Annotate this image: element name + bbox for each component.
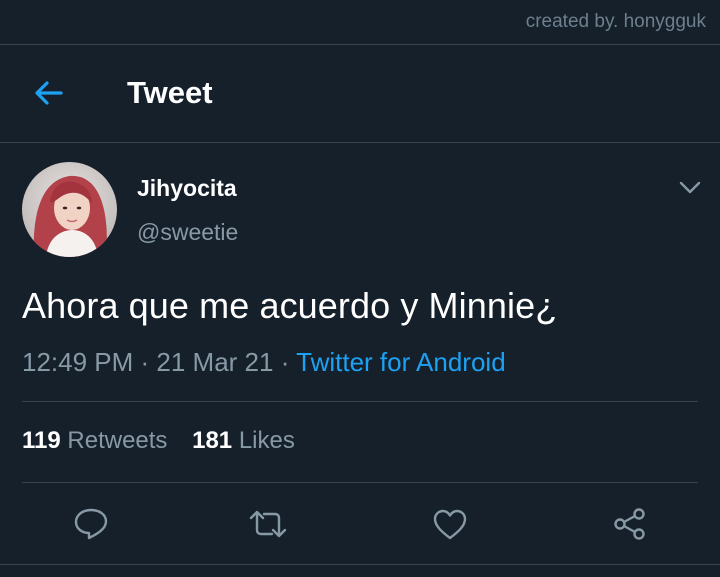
tweet-meta: 12:49 PM · 21 Mar 21 · Twitter for Andro… <box>22 347 506 378</box>
tweet-source-link[interactable]: Twitter for Android <box>296 347 506 377</box>
avatar[interactable] <box>22 162 117 257</box>
likes-count: 181 <box>192 427 233 454</box>
tweet-text: Ahora que me acuerdo y Minnie¿ <box>22 285 558 326</box>
page-title: Tweet <box>127 75 213 110</box>
meta-separator: · <box>133 347 157 377</box>
share-button[interactable] <box>610 504 650 544</box>
retweets-count: 119 <box>22 427 61 454</box>
like-icon <box>433 509 467 540</box>
retweets-stat[interactable]: 119 Retweets <box>22 427 167 455</box>
divider <box>22 401 698 402</box>
divider <box>22 482 698 483</box>
tweet-date: 21 Mar 21 <box>156 347 274 377</box>
action-bar <box>0 488 720 558</box>
top-app-bar: Tweet <box>0 45 720 143</box>
retweets-label: Retweets <box>67 427 168 454</box>
chevron-down-icon <box>679 181 701 194</box>
watermark-bar: created by. honygguk <box>0 0 720 45</box>
like-button[interactable] <box>430 504 470 544</box>
reply-icon <box>74 508 108 540</box>
likes-label: Likes <box>238 427 295 454</box>
display-name[interactable]: Jihyocita <box>137 175 237 202</box>
watermark-text: created by. honygguk <box>525 11 706 32</box>
more-options-button[interactable] <box>676 176 704 200</box>
tweet-time: 12:49 PM <box>22 347 134 377</box>
tweet-stats: 119 Retweets 181 Likes <box>22 427 313 455</box>
user-handle[interactable]: @sweetie <box>137 219 238 246</box>
likes-stat[interactable]: 181 Likes <box>192 427 295 455</box>
avatar-image <box>22 162 117 257</box>
meta-separator: · <box>273 347 297 377</box>
divider <box>0 564 720 565</box>
reply-button[interactable] <box>71 504 111 544</box>
retweet-button[interactable] <box>248 504 288 544</box>
retweet-icon <box>249 510 287 538</box>
back-button[interactable] <box>30 78 66 108</box>
share-icon <box>614 508 645 540</box>
arrow-left-icon <box>35 81 63 105</box>
